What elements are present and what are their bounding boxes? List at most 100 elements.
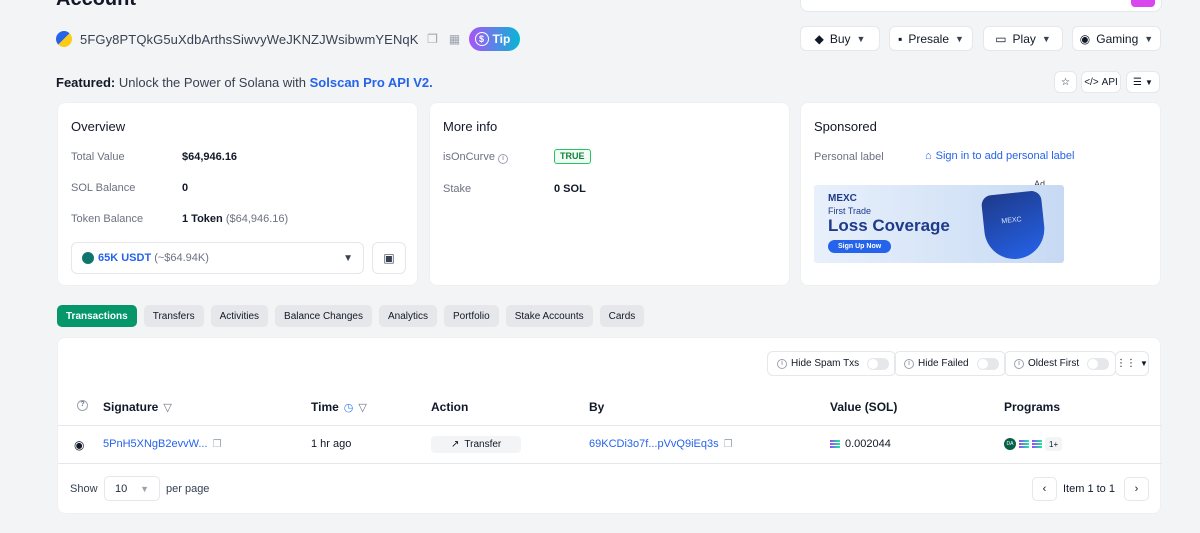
favorite-button[interactable]: ☆: [1054, 71, 1077, 93]
copy-icon[interactable]: ❐: [425, 32, 441, 46]
nav-play-button[interactable]: ▭ Play ▼: [983, 26, 1063, 51]
signature-link[interactable]: 5PnH5XNgB2evvW...: [103, 438, 208, 450]
nav-buy-label: Buy: [829, 31, 851, 46]
hide-failed-label: Hide Failed: [918, 358, 969, 369]
tag-icon: ◆: [814, 31, 824, 46]
token-balance: 1 Token ($64,946.16): [182, 213, 288, 225]
oldest-first-toggle[interactable]: [1087, 357, 1110, 370]
copy-icon[interactable]: ❐: [724, 439, 733, 450]
chevron-down-icon: ▼: [1144, 33, 1154, 44]
total-value: $64,946.16: [182, 151, 238, 163]
info-icon[interactable]: i: [497, 154, 508, 164]
qr-code-icon[interactable]: ▦: [447, 32, 463, 46]
oldest-first-filter[interactable]: i Oldest First: [1004, 351, 1117, 376]
solana-program-icon[interactable]: [1032, 440, 1042, 448]
more-info-card: More info isOnCurve i TRUE Stake 0 SOL: [429, 102, 790, 286]
chevron-down-icon: ▼: [1041, 33, 1051, 44]
overview-card: Overview Total Value $64,946.16 SOL Bala…: [57, 102, 418, 286]
token-balance-count: 1 Token: [182, 213, 223, 225]
hide-failed-toggle[interactable]: [976, 357, 999, 370]
table-row-time: 1 hr ago: [311, 438, 352, 450]
more-info-title: More info: [443, 119, 498, 134]
tab-portfolio[interactable]: Portfolio: [444, 305, 499, 327]
token-select-amount: 65K USDT: [98, 252, 152, 264]
search-submit-button[interactable]: [1131, 0, 1155, 7]
filter-icon[interactable]: ▽: [358, 401, 366, 414]
nav-gaming-label: Gaming: [1096, 31, 1139, 46]
chevron-down-icon: ▼: [1140, 359, 1148, 368]
sponsored-title: Sponsored: [814, 119, 877, 134]
api-label: API: [1101, 76, 1118, 88]
tab-analytics[interactable]: Analytics: [378, 305, 437, 327]
filter-icon[interactable]: ▽: [163, 401, 171, 414]
table-row-by[interactable]: 69KCDi3o7f...pVvQ9iEq3s ❐: [589, 438, 733, 450]
info-icon: i: [777, 358, 787, 369]
transactions-panel: i Hide Spam Txs i Hide Failed i Oldest F…: [57, 337, 1162, 514]
next-page-button[interactable]: ›: [1124, 477, 1149, 501]
chevron-down-icon: ▼: [140, 483, 149, 494]
tag-icon: ⌂: [925, 150, 932, 162]
info-icon: i: [904, 358, 914, 369]
tab-stake-accounts[interactable]: Stake Accounts: [505, 305, 593, 327]
solana-icon: [830, 440, 840, 448]
list-menu-button[interactable]: ☰ ▼: [1126, 71, 1160, 93]
sign-in-label-link[interactable]: ⌂ Sign in to add personal label: [925, 150, 1074, 162]
hide-failed-filter[interactable]: i Hide Failed: [894, 351, 1006, 376]
search-box[interactable]: [800, 0, 1162, 12]
token-select[interactable]: 65K USDT (~$64.94K) ▼: [71, 242, 364, 274]
time-header-label: Time: [311, 400, 339, 414]
prev-page-button[interactable]: ‹: [1032, 477, 1057, 501]
table-row-value: 0.002044: [830, 438, 891, 450]
ad-banner[interactable]: MEXC First Trade Loss Coverage Sign Up N…: [814, 185, 1064, 263]
program-icon[interactable]: DA: [1004, 438, 1016, 450]
signature-header-label: Signature: [103, 400, 159, 414]
tip-button[interactable]: $ Tip: [468, 27, 521, 51]
clock-icon[interactable]: ◷: [344, 401, 354, 414]
ad-shield-text: MEXC: [1001, 216, 1022, 226]
api-button[interactable]: </> API: [1081, 71, 1121, 93]
value-header: Value (SOL): [830, 400, 898, 414]
tab-transactions[interactable]: Transactions: [57, 305, 137, 327]
tab-transfers[interactable]: Transfers: [143, 305, 204, 327]
eye-icon: ◉: [74, 438, 85, 452]
solana-program-icon[interactable]: [1019, 440, 1029, 448]
action-header: Action: [431, 400, 469, 414]
column-settings-button[interactable]: ⋮⋮ ▼: [1115, 351, 1149, 376]
help-header: ?: [74, 400, 88, 411]
time-header: Time ◷ ▽: [311, 400, 367, 414]
info-icon: i: [1014, 358, 1024, 369]
view-details-button[interactable]: ◉: [74, 438, 84, 452]
page-size-select[interactable]: 10 ▼: [104, 476, 160, 501]
calendar-icon: ▣: [383, 251, 395, 265]
nav-buy-button[interactable]: ◆ Buy ▼: [800, 26, 880, 51]
table-row-signature[interactable]: 5PnH5XNgB2evvW... ❐: [103, 438, 222, 450]
tab-cards[interactable]: Cards: [599, 305, 645, 327]
chevron-left-icon: ‹: [1042, 483, 1047, 495]
sponsored-card: Sponsored Personal label ⌂ Sign in to ad…: [800, 102, 1161, 286]
tab-activities[interactable]: Activities: [210, 305, 269, 327]
nav-gaming-button[interactable]: ◉ Gaming ▼: [1072, 26, 1161, 51]
ad-cta-button[interactable]: Sign Up Now: [828, 240, 892, 253]
nav-presale-label: Presale: [908, 31, 950, 46]
hide-spam-label: Hide Spam Txs: [791, 358, 860, 369]
nav-presale-button[interactable]: ▪ Presale ▼: [889, 26, 973, 51]
programs-header: Programs: [1004, 400, 1061, 414]
hide-spam-filter[interactable]: i Hide Spam Txs: [767, 351, 897, 376]
copy-icon[interactable]: ❐: [213, 439, 222, 450]
is-on-curve-badge: TRUE: [554, 149, 591, 164]
more-programs-badge[interactable]: 1+: [1045, 437, 1063, 451]
by-address-link[interactable]: 69KCDi3o7f...pVvQ9iEq3s: [589, 438, 719, 450]
featured-link[interactable]: Solscan Pro API V2.: [310, 75, 433, 90]
grid-icon: ▪: [898, 31, 903, 46]
nav-play-label: Play: [1012, 31, 1036, 46]
tip-label: Tip: [492, 32, 511, 46]
chevron-down-icon: ▼: [343, 252, 353, 264]
divider: [58, 463, 1162, 464]
signature-header: Signature ▽: [103, 400, 172, 414]
portfolio-button[interactable]: ▣: [372, 242, 406, 274]
question-icon[interactable]: ?: [77, 400, 88, 411]
per-page-label: per page: [166, 483, 210, 495]
tab-balance-changes[interactable]: Balance Changes: [275, 305, 372, 327]
hide-spam-toggle[interactable]: [867, 357, 890, 370]
total-value-label: Total Value: [71, 151, 125, 163]
